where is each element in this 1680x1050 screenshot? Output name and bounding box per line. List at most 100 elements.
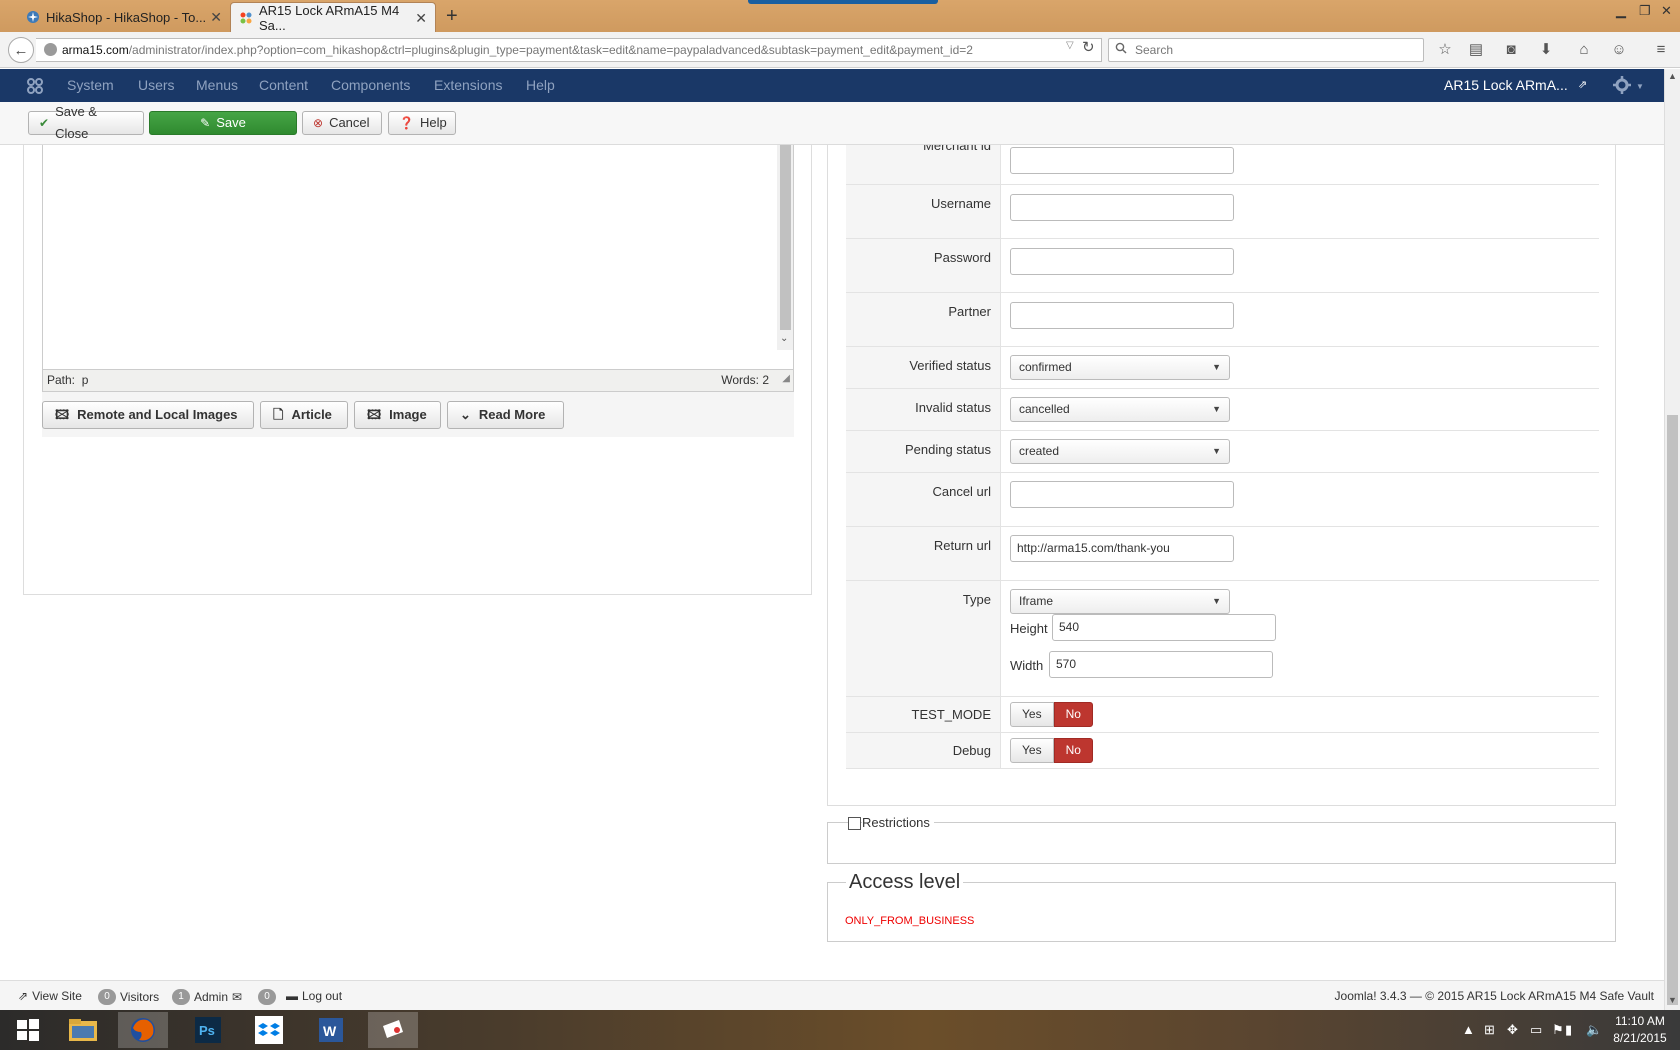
menu-components[interactable]: Components: [331, 77, 410, 93]
pocket-icon[interactable]: ◙: [1502, 41, 1520, 59]
home-icon[interactable]: ⌂: [1575, 41, 1593, 59]
close-window-icon[interactable]: ✕: [1661, 3, 1672, 19]
close-tab-icon[interactable]: ✕: [210, 9, 222, 26]
menu-help[interactable]: Help: [526, 77, 555, 93]
editor-text-area[interactable]: ⌄: [42, 145, 794, 370]
selected-value: confirmed: [1019, 360, 1072, 374]
word-count: Words: 2: [721, 373, 769, 387]
path-value[interactable]: p: [82, 373, 89, 387]
cancel-label: Cancel: [329, 115, 370, 130]
hamburger-menu-icon[interactable]: ≡: [1652, 41, 1670, 59]
pending-status-label: Pending status: [846, 431, 1001, 472]
page-scroll-thumb[interactable]: [1667, 415, 1678, 1005]
debug-no-button[interactable]: No: [1053, 738, 1093, 763]
test-mode-yes-button[interactable]: Yes: [1010, 702, 1054, 727]
logout-link[interactable]: ▬ Log out: [286, 989, 342, 1003]
return-url-field[interactable]: http://arma15.com/thank-you: [1010, 535, 1234, 562]
network-icon[interactable]: ▭: [1530, 1022, 1542, 1038]
volume-icon[interactable]: 🔈: [1586, 1022, 1602, 1038]
return-url-label: Return url: [846, 527, 1001, 580]
battery-icon[interactable]: ▮: [1565, 1022, 1572, 1038]
editor-scrollbar[interactable]: ⌄: [777, 145, 793, 350]
close-tab-icon[interactable]: ✕: [415, 10, 427, 27]
remote-local-images-button[interactable]: 🖾 Remote and Local Images: [42, 401, 254, 429]
admin-indicator: 1 Admin ✉: [172, 989, 242, 1005]
parameters-table: Merchant id Username Password Partner Ve…: [846, 145, 1599, 769]
verified-status-select[interactable]: confirmed ▼: [1010, 355, 1230, 380]
bookmark-star-icon[interactable]: ☆: [1436, 41, 1454, 59]
help-button[interactable]: ❓ Help: [388, 111, 456, 135]
site-info-icon[interactable]: [44, 43, 57, 56]
dropbox-taskbar-button[interactable]: [244, 1012, 294, 1048]
search-input[interactable]: Search: [1108, 38, 1424, 62]
url-history-dropdown-icon[interactable]: ▽: [1066, 40, 1074, 51]
browser-tab-arma15[interactable]: AR15 Lock ARmA15 M4 Sa... ✕: [230, 2, 436, 33]
file-explorer-taskbar-button[interactable]: [58, 1012, 108, 1048]
joomla-logo-icon[interactable]: [26, 77, 44, 95]
image-button[interactable]: 🖾 Image: [354, 401, 441, 429]
chat-icon[interactable]: ☺: [1610, 41, 1628, 59]
downloads-icon[interactable]: ⬇: [1537, 41, 1555, 59]
scroll-down-icon[interactable]: ⌄: [780, 333, 788, 344]
test-mode-no-button[interactable]: No: [1053, 702, 1093, 727]
firefox-taskbar-button[interactable]: [118, 1012, 168, 1048]
site-name-link[interactable]: AR15 Lock ARmA...: [1444, 77, 1568, 93]
windows-logo-icon: [17, 1019, 39, 1041]
start-button[interactable]: [3, 1012, 53, 1048]
menu-content[interactable]: Content: [259, 77, 308, 93]
description-editor-panel: ⌄ Path: p Words: 2 ◢ 🖾 Remote and Local …: [23, 145, 812, 595]
admin-status-bar: ⇗ View Site 0 Visitors 1 Admin ✉ 0 ▬ Log…: [0, 980, 1664, 1010]
merchant-id-field[interactable]: [1010, 147, 1234, 174]
username-field[interactable]: [1010, 194, 1234, 221]
cancel-url-field[interactable]: [1010, 481, 1234, 508]
menu-users[interactable]: Users: [138, 77, 175, 93]
dropbox-icon: [255, 1016, 283, 1044]
minimize-window-icon[interactable]: ▁: [1616, 3, 1626, 19]
invalid-status-select[interactable]: cancelled ▼: [1010, 397, 1230, 422]
taskbar-clock[interactable]: 11:10 AM 8/21/2015: [1605, 1013, 1675, 1047]
editor-scroll-thumb[interactable]: [780, 145, 791, 330]
pending-status-select[interactable]: created ▼: [1010, 439, 1230, 464]
restrictions-fieldset: Restrictions: [827, 815, 1616, 864]
menu-system[interactable]: System: [67, 77, 114, 93]
envelope-icon: ✉: [232, 990, 243, 1004]
tray-expand-icon[interactable]: ▲: [1462, 1022, 1475, 1037]
resize-grip-icon[interactable]: ◢: [782, 369, 790, 389]
address-bar[interactable]: arma15.com/administrator/index.php?optio…: [36, 38, 1102, 62]
folder-icon: [69, 1019, 97, 1041]
back-arrow-icon[interactable]: ←: [8, 37, 34, 63]
gear-icon[interactable]: [1612, 75, 1632, 95]
browser-tab-hikashop[interactable]: HikaShop - HikaShop - To... ✕: [18, 2, 230, 32]
action-center-flag-icon[interactable]: ⚑: [1552, 1022, 1564, 1038]
menu-extensions[interactable]: Extensions: [434, 77, 502, 93]
menu-menus[interactable]: Menus: [196, 77, 238, 93]
article-button[interactable]: 🗋 Article: [260, 401, 348, 429]
page-scrollbar[interactable]: ▲ ▼: [1664, 69, 1680, 1010]
reload-icon[interactable]: ↻: [1082, 38, 1095, 56]
messages-indicator[interactable]: 0: [258, 989, 276, 1005]
password-field[interactable]: [1010, 248, 1234, 275]
scroll-up-icon[interactable]: ▲: [1668, 71, 1677, 81]
scroll-down-icon[interactable]: ▼: [1668, 995, 1677, 1005]
type-select[interactable]: Iframe ▼: [1010, 589, 1230, 614]
restore-window-icon[interactable]: ❐: [1639, 3, 1651, 19]
view-site-link[interactable]: ⇗ View Site: [18, 989, 82, 1003]
snipping-tool-taskbar-button[interactable]: [368, 1012, 418, 1048]
width-field[interactable]: 570: [1049, 651, 1273, 678]
tab-title: AR15 Lock ARmA15 M4 Sa...: [259, 2, 400, 33]
param-row-debug: Debug Yes No: [846, 733, 1599, 769]
new-tab-icon[interactable]: +: [446, 5, 458, 28]
save-close-button[interactable]: ✔ Save & Close: [28, 104, 144, 141]
word-taskbar-button[interactable]: W: [306, 1012, 356, 1048]
save-button[interactable]: ✎ Save: [149, 111, 297, 135]
height-field[interactable]: 540: [1052, 614, 1276, 641]
debug-yes-button[interactable]: Yes: [1010, 738, 1054, 763]
photoshop-taskbar-button[interactable]: Ps: [183, 1012, 233, 1048]
read-more-button[interactable]: ⌄ Read More: [447, 401, 564, 429]
restrictions-checkbox[interactable]: [848, 817, 861, 830]
dropbox-tray-icon[interactable]: ✥: [1507, 1022, 1518, 1038]
partner-field[interactable]: [1010, 302, 1234, 329]
cancel-button[interactable]: ⊗ Cancel: [302, 111, 382, 135]
windows-logo-icon[interactable]: ⊞: [1484, 1022, 1495, 1038]
reading-list-icon[interactable]: ▤: [1467, 41, 1485, 59]
